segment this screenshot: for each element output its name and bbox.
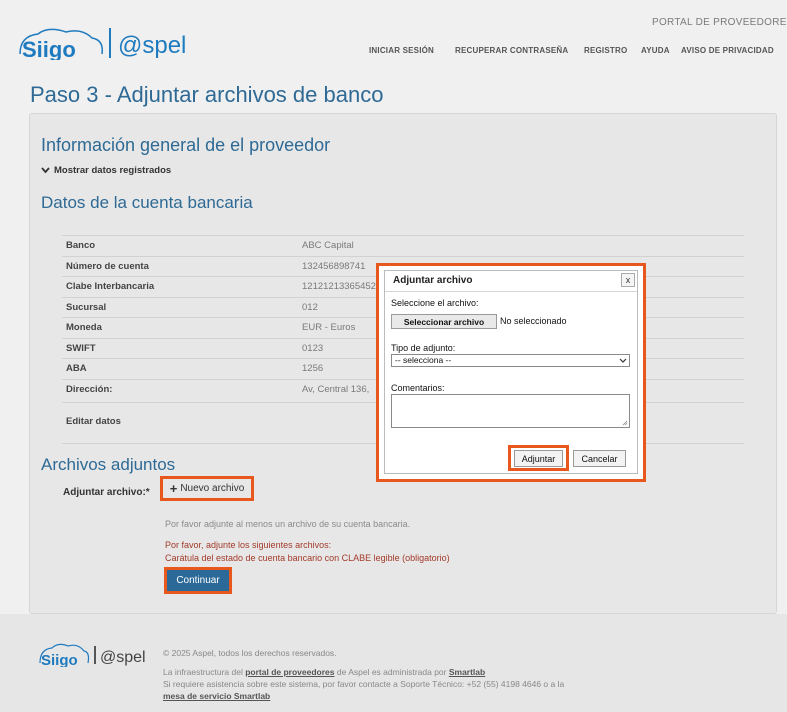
attachment-note: Por favor adjunte al menos un archivo de… bbox=[165, 519, 411, 529]
dialog-title-divider bbox=[385, 291, 637, 292]
attachment-type-label: Tipo de adjunto: bbox=[391, 343, 456, 353]
continue-button[interactable]: Continuar bbox=[164, 567, 232, 594]
footer-infrastructure: La infraestructura del portal de proveed… bbox=[163, 667, 485, 677]
row-label: Número de cuenta bbox=[66, 261, 149, 272]
nav-recover-password[interactable]: RECUPERAR CONTRASEÑA bbox=[455, 46, 568, 55]
new-file-label: Nuevo archivo bbox=[180, 483, 245, 494]
row-label: Clabe Interbancaria bbox=[66, 281, 155, 292]
nav-help[interactable]: AYUDA bbox=[641, 46, 670, 55]
row-value: 121212133654523 bbox=[302, 281, 382, 292]
footer-copyright: © 2025 Aspel, todos los derechos reserva… bbox=[163, 648, 337, 658]
select-file-button[interactable]: Seleccionar archivo bbox=[391, 314, 497, 329]
row-label: ABA bbox=[66, 363, 87, 374]
siigo-logo[interactable]: Siigo bbox=[16, 28, 106, 60]
row-label: SWIFT bbox=[66, 343, 96, 354]
row-value: Av, Central 136, bbox=[302, 384, 370, 395]
file-status: No seleccionado bbox=[500, 316, 567, 326]
provider-info-heading: Información general de el proveedor bbox=[41, 135, 331, 155]
edit-data-link[interactable]: Editar datos bbox=[66, 416, 121, 427]
row-value: 0123 bbox=[302, 343, 324, 354]
portal-label: PORTAL DE PROVEEDORES bbox=[652, 17, 787, 28]
service-desk-link[interactable]: mesa de servicio Smartlab bbox=[163, 691, 270, 701]
bank-data-heading: Datos de la cuenta bancaria bbox=[41, 193, 253, 212]
svg-text:@spel: @spel bbox=[100, 649, 146, 666]
comments-label: Comentarios: bbox=[391, 383, 445, 393]
svg-text:Siigo: Siigo bbox=[41, 652, 78, 667]
select-file-label: Seleccione el archivo: bbox=[391, 298, 479, 308]
attachment-type-select[interactable]: -- selecciona -- bbox=[391, 354, 630, 367]
footer-aspel-logo: @spel bbox=[100, 649, 146, 666]
cancel-button[interactable]: Cancelar bbox=[573, 450, 626, 467]
resize-handle-icon[interactable] bbox=[622, 420, 628, 426]
aspel-logo[interactable]: @spel bbox=[116, 28, 208, 60]
required-files-heading: Por favor, adjunte los siguientes archiv… bbox=[165, 540, 332, 550]
nav-privacy[interactable]: AVISO DE PRIVACIDAD bbox=[681, 46, 774, 55]
dialog-title: Adjuntar archivo bbox=[393, 275, 473, 286]
footer-logo-separator bbox=[94, 646, 96, 664]
attach-submit-button[interactable]: Adjuntar bbox=[514, 450, 563, 467]
row-value: 012 bbox=[302, 302, 318, 313]
close-icon[interactable]: x bbox=[621, 273, 635, 287]
toggle-label: Mostrar datos registrados bbox=[54, 165, 172, 176]
infra-prefix: La infraestructura del bbox=[163, 667, 246, 677]
row-label: Dirección: bbox=[66, 384, 113, 395]
show-registered-data-toggle[interactable]: Mostrar datos registrados bbox=[41, 165, 171, 176]
attach-file-label: Adjuntar archivo:* bbox=[63, 487, 150, 498]
svg-text:Siigo: Siigo bbox=[22, 37, 76, 60]
row-value: EUR - Euros bbox=[302, 322, 356, 333]
chevron-down-icon bbox=[41, 167, 50, 174]
footer-support-link-line: mesa de servicio Smartlab bbox=[163, 691, 270, 701]
footer-siigo-logo: Siigo bbox=[39, 643, 90, 667]
svg-text:@spel: @spel bbox=[118, 32, 186, 59]
nav-login[interactable]: INICIAR SESIÓN bbox=[369, 46, 434, 55]
logo-separator bbox=[109, 28, 111, 58]
row-value: ABC Capital bbox=[302, 240, 354, 251]
page-title: Paso 3 - Adjuntar archivos de banco bbox=[30, 82, 384, 107]
row-value: 1256 bbox=[302, 363, 324, 374]
comments-textarea[interactable] bbox=[391, 394, 630, 428]
row-label: Sucursal bbox=[66, 302, 107, 313]
portal-link[interactable]: portal de proveedores bbox=[245, 667, 334, 677]
attachments-heading: Archivos adjuntos bbox=[41, 455, 176, 474]
nav-register[interactable]: REGISTRO bbox=[584, 46, 627, 55]
chevron-down-icon bbox=[619, 358, 627, 363]
infra-mid: de Aspel es administrada por bbox=[334, 667, 449, 677]
row-value: 132456898741 bbox=[302, 261, 366, 272]
row-label: Banco bbox=[66, 240, 96, 251]
smartlab-link[interactable]: Smartlab bbox=[449, 667, 485, 677]
table-row: Banco ABC Capital bbox=[62, 235, 744, 255]
required-file-item: Carátula del estado de cuenta bancario c… bbox=[165, 553, 450, 563]
new-file-button[interactable]: + Nuevo archivo bbox=[160, 476, 254, 501]
plus-icon: + bbox=[169, 480, 178, 496]
footer-support: Si requiere asistencia sobre este sistem… bbox=[163, 679, 565, 689]
row-label: Moneda bbox=[66, 322, 102, 333]
